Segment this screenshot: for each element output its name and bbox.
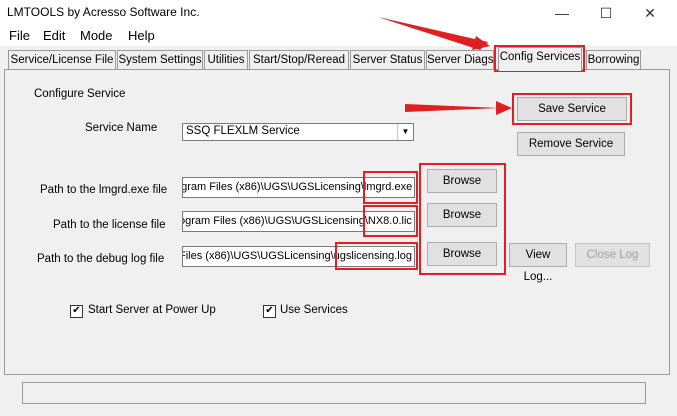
highlight-debug-log-path xyxy=(335,242,418,270)
highlight-lmgrd-path xyxy=(363,171,418,204)
arrow-to-config-tab-icon xyxy=(378,17,488,50)
highlight-license-path xyxy=(363,205,418,237)
arrow-to-save-service-icon xyxy=(405,104,500,112)
highlight-browse-buttons xyxy=(419,163,506,275)
arrow-head-save-service-icon xyxy=(496,101,512,115)
highlight-save-service xyxy=(512,93,632,125)
arrow-head-config-tab-icon xyxy=(472,36,490,50)
tab-config-services[interactable]: Config Services xyxy=(498,47,582,71)
